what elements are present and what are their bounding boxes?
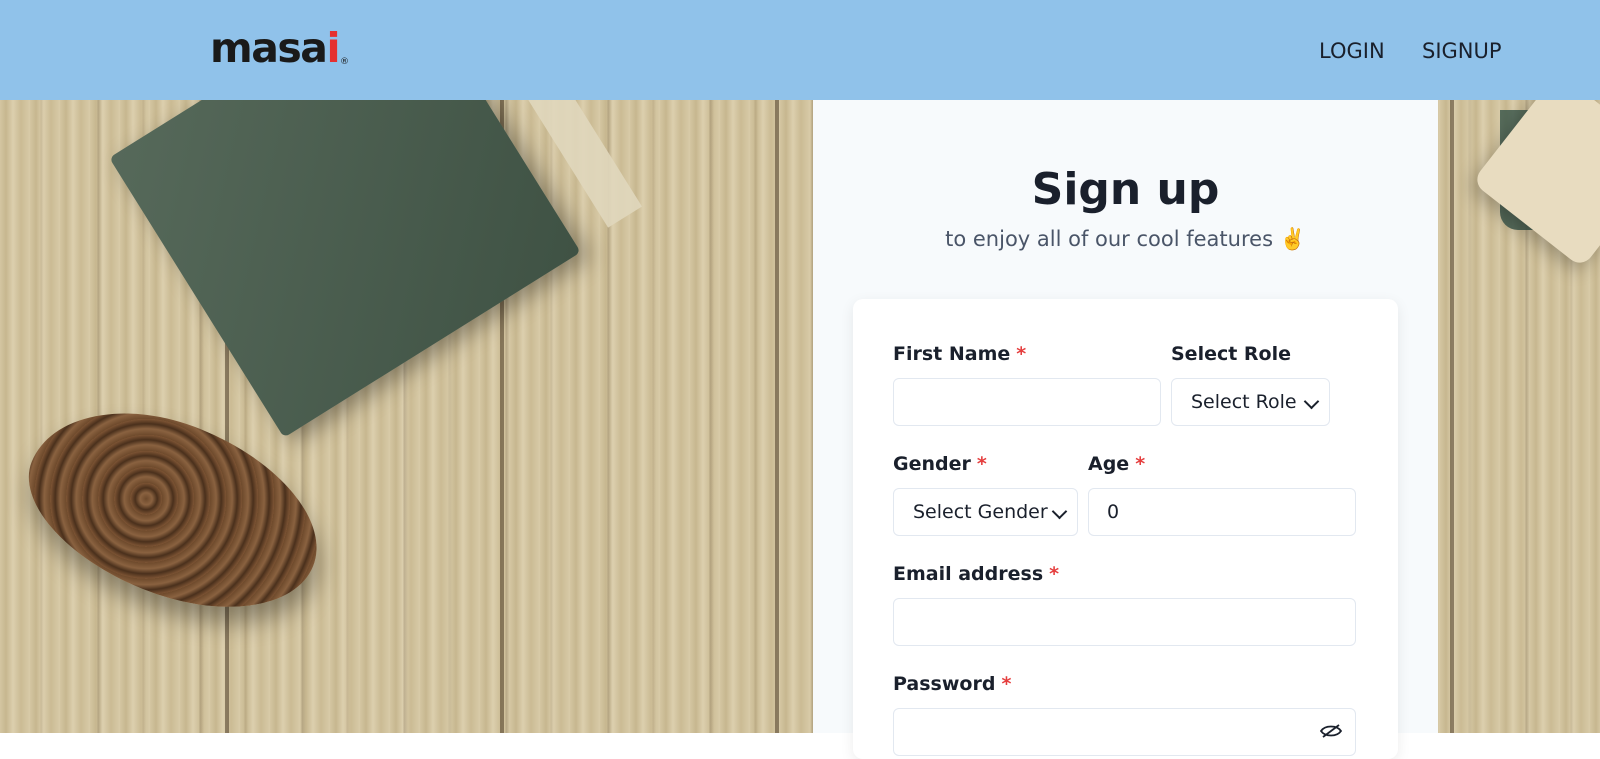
chevron-down-icon bbox=[1051, 503, 1068, 520]
role-label: Select Role bbox=[1171, 343, 1292, 365]
password-label-text: Password bbox=[893, 673, 996, 695]
password-label: Password * bbox=[893, 671, 1011, 697]
logo-text-accent: i bbox=[326, 24, 340, 72]
required-asterisk: * bbox=[1135, 453, 1146, 475]
required-asterisk: * bbox=[1016, 343, 1027, 365]
signup-form: First Name * Select Role Select Role Gend… bbox=[853, 299, 1398, 759]
role-select-value: Select Role bbox=[1191, 391, 1297, 413]
age-label-text: Age bbox=[1088, 453, 1130, 475]
required-asterisk: * bbox=[1001, 673, 1012, 695]
required-asterisk: * bbox=[976, 453, 987, 475]
victory-hand-icon: ✌️ bbox=[1279, 227, 1306, 251]
first-name-label: First Name * bbox=[893, 341, 1026, 367]
page-title: Sign up bbox=[1031, 164, 1220, 215]
first-name-label-text: First Name bbox=[893, 343, 1011, 365]
board-decoration bbox=[1471, 100, 1600, 269]
gender-label: Gender * bbox=[893, 451, 987, 477]
gender-label-text: Gender bbox=[893, 453, 971, 475]
chevron-down-icon bbox=[1303, 393, 1320, 410]
email-label-text: Email address bbox=[893, 563, 1044, 585]
role-select[interactable]: Select Role bbox=[1171, 378, 1330, 426]
password-field bbox=[893, 708, 1356, 756]
gender-select[interactable]: Select Gender bbox=[893, 488, 1078, 536]
email-label: Email address * bbox=[893, 561, 1059, 587]
password-input[interactable] bbox=[893, 708, 1356, 756]
login-link[interactable]: LOGIN bbox=[1319, 36, 1385, 66]
first-name-input[interactable] bbox=[893, 378, 1161, 426]
signup-panel: Sign up to enjoy all of our cool feature… bbox=[813, 100, 1438, 759]
logo-text: masa bbox=[210, 24, 328, 72]
age-input[interactable] bbox=[1088, 488, 1356, 536]
masai-logo[interactable]: masai® bbox=[210, 22, 349, 88]
subtitle-text: to enjoy all of our cool features bbox=[945, 227, 1274, 251]
age-label: Age * bbox=[1088, 451, 1145, 477]
logo-registered-mark: ® bbox=[340, 57, 350, 67]
notebook-decoration bbox=[109, 100, 581, 438]
gender-select-value: Select Gender bbox=[913, 501, 1048, 523]
eye-slash-icon[interactable] bbox=[1320, 724, 1342, 738]
signup-link[interactable]: SIGNUP bbox=[1422, 36, 1502, 66]
required-asterisk: * bbox=[1049, 563, 1060, 585]
top-navbar: masai® LOGIN SIGNUP bbox=[0, 0, 1600, 100]
email-input[interactable] bbox=[893, 598, 1356, 646]
page-subtitle: to enjoy all of our cool features ✌️ bbox=[813, 224, 1438, 254]
